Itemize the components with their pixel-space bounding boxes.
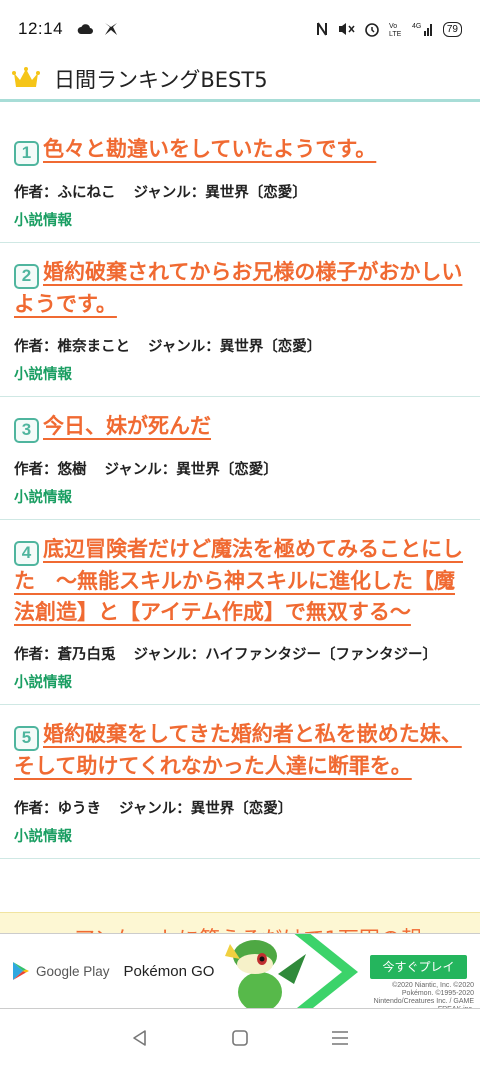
status-system-icons: Vo LTE 4G 79 — [316, 21, 462, 37]
ad-store-name: Google Play — [36, 963, 110, 979]
genre-label: ジャンル：異世界〔恋愛〕 — [119, 801, 293, 817]
status-bar: 12:14 Vo LTE 4G 79 — [0, 0, 480, 58]
cloud-icon — [77, 24, 94, 34]
app-notification-icon — [105, 23, 118, 35]
google-play-icon — [13, 962, 29, 980]
rank-badge: 2 — [14, 264, 39, 289]
novel-info-link[interactable]: 小説情報 — [14, 671, 466, 692]
svg-text:4G: 4G — [412, 23, 421, 30]
novel-info-link[interactable]: 小説情報 — [14, 825, 466, 846]
page-title: 日間ランキングBEST5 — [54, 67, 268, 92]
ad-app-name: Pokémon GO — [123, 962, 215, 980]
ranking-list: 1 色々と勘違いをしていたようです。 作者：ふにねこ ジャンル：異世界〔恋愛〕 小説… — [0, 120, 480, 859]
novel-info-link[interactable]: 小説情報 — [14, 486, 466, 507]
svg-text:LTE: LTE — [389, 31, 402, 37]
battery-icon: 79 — [442, 21, 462, 37]
novel-meta: 作者：悠樹 ジャンル：異世界〔恋愛〕 — [14, 459, 466, 482]
crown-icon — [12, 66, 40, 87]
back-nav-icon — [133, 1030, 146, 1046]
genre-label: ジャンル：異世界〔恋愛〕 — [104, 462, 278, 478]
novel-title-link[interactable]: 婚約破棄されてからお兄様の様子がおかしいようです。 — [14, 260, 462, 316]
ad-character-art — [225, 934, 359, 1008]
novel-meta: 作者：ふにねこ ジャンル：異世界〔恋愛〕 — [14, 182, 466, 205]
signal-4g-icon: 4G — [412, 23, 432, 36]
author-label: 作者：ふにねこ — [14, 185, 116, 201]
ad-cta-button[interactable]: 今すぐプレイ — [370, 955, 467, 979]
home-nav-button[interactable] — [220, 1018, 260, 1058]
author-label: 作者：蒼乃白兎 — [14, 647, 116, 663]
novel-meta: 作者：ゆうき ジャンル：異世界〔恋愛〕 — [14, 798, 466, 821]
rank-badge: 4 — [14, 541, 39, 566]
ranking-item-3: 3 今日、妹が死んだ 作者：悠樹 ジャンル：異世界〔恋愛〕 小説情報 — [0, 397, 480, 520]
nfc-icon — [316, 22, 327, 36]
novel-title-link[interactable]: 底辺冒険者だけど魔法を極めてみることにした ～無能スキルから神スキルに進化した【… — [14, 537, 463, 624]
novel-meta: 作者：椎奈まこと ジャンル：異世界〔恋愛〕 — [14, 336, 466, 359]
rank-badge: 5 — [14, 726, 39, 751]
system-navigation-bar — [0, 1009, 480, 1067]
novel-info-link[interactable]: 小説情報 — [14, 363, 466, 384]
author-label: 作者：ゆうき — [14, 801, 101, 817]
novel-title-link[interactable]: 色々と勘違いをしていたようです。 — [43, 137, 376, 161]
recents-nav-icon — [332, 1031, 348, 1045]
status-time: 12:14 — [18, 19, 64, 38]
author-label: 作者：悠樹 — [14, 462, 87, 478]
ranking-item-1: 1 色々と勘違いをしていたようです。 作者：ふにねこ ジャンル：異世界〔恋愛〕 小説… — [0, 120, 480, 243]
novel-title-link[interactable]: 今日、妹が死んだ — [43, 414, 211, 438]
ranking-item-4: 4 底辺冒険者だけど魔法を極めてみることにした ～無能スキルから神スキルに進化した… — [0, 520, 480, 705]
rank-badge: 1 — [14, 141, 39, 166]
ad-banner[interactable]: Google Play Pokémon GO 今すぐプレイ ©2020 Nian… — [0, 933, 480, 1009]
alarm-icon — [365, 23, 379, 37]
status-notifications — [77, 21, 119, 37]
ranking-item-2: 2 婚約破棄されてからお兄様の様子がおかしいようです。 作者：椎奈まこと ジャンル：… — [0, 243, 480, 397]
ranking-item-5: 5 婚約破棄をしてきた婚約者と私を嵌めた妹、そして助けてくれなかった人達に断罪を。… — [0, 705, 480, 859]
author-label: 作者：椎奈まこと — [14, 339, 130, 355]
mute-icon — [338, 23, 355, 35]
volte-icon: VoLTE — [389, 23, 402, 37]
genre-label: ジャンル：異世界〔恋愛〕 — [133, 185, 307, 201]
svg-text:Vo: Vo — [389, 23, 397, 30]
novel-title-link[interactable]: 婚約破棄をしてきた婚約者と私を嵌めた妹、そして助けてくれなかった人達に断罪を。 — [14, 722, 462, 778]
home-nav-icon — [232, 1030, 248, 1046]
genre-label: ジャンル：ハイファンタジー〔ファンタジー〕 — [133, 647, 437, 663]
ranking-header: 日間ランキングBEST5 — [0, 58, 480, 102]
ad-legal-text: ©2020 Niantic, Inc. ©2020 Pokémon. ©1995… — [373, 982, 474, 1008]
novel-info-link[interactable]: 小説情報 — [14, 209, 466, 230]
rank-badge: 3 — [14, 418, 39, 443]
novel-meta: 作者：蒼乃白兎 ジャンル：ハイファンタジー〔ファンタジー〕 — [14, 644, 466, 667]
recents-nav-button[interactable] — [320, 1018, 360, 1058]
genre-label: ジャンル：異世界〔恋愛〕 — [148, 339, 322, 355]
back-nav-button[interactable] — [120, 1018, 160, 1058]
